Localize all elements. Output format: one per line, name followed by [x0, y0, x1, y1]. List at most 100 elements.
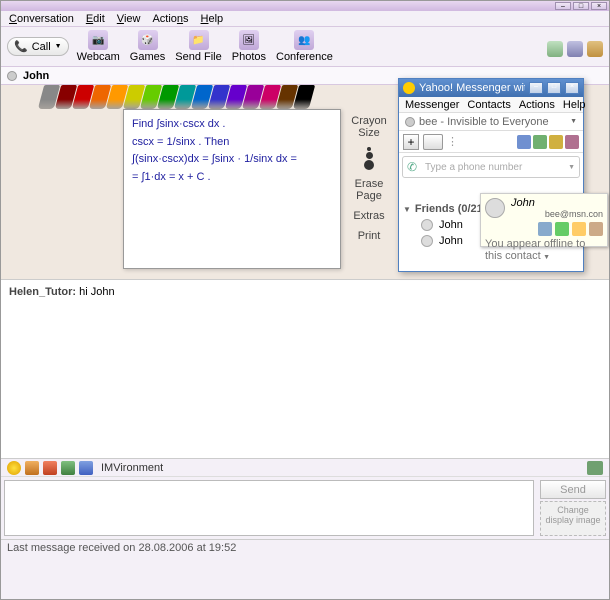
ym-close-button[interactable]: × [565, 82, 579, 94]
tooltip-status: You appear offline to this contact ▼ [485, 238, 603, 262]
chevron-down-icon: ▼ [543, 254, 550, 261]
crayon-size-button[interactable]: Crayon Size [345, 115, 393, 139]
handwriting-line: cscx = 1/sinx . Then [132, 134, 332, 152]
main-titlebar: – □ × [1, 1, 609, 11]
games-icon: 🎲 [138, 30, 158, 50]
buzz-icon[interactable] [25, 461, 39, 475]
phone-call-icon: ✆ [407, 160, 421, 174]
ym-status-text: bee - Invisible to Everyone [419, 116, 549, 128]
contact-name-label: John [439, 235, 463, 247]
contact-avatar-icon [421, 219, 433, 231]
ym-title: Yahoo! Messenger with Voice (BETA) [419, 82, 525, 94]
ym-status-icon [405, 117, 415, 127]
status-indicator-icon [7, 71, 17, 81]
plugin-icon-3[interactable] [587, 41, 603, 57]
tooltip-action-icon-1[interactable] [555, 222, 569, 236]
collapse-arrow-icon: ▼ [403, 205, 411, 214]
chat-history: Helen_Tutor: hi John [1, 279, 609, 459]
phone-input[interactable]: ✆ Type a phone number ▼ [402, 156, 580, 178]
add-contact-button[interactable]: + [403, 134, 419, 150]
contact-name-label: John [439, 219, 463, 231]
contact-tooltip: John bee@msn.con You appear offline to t… [480, 193, 608, 247]
handwriting-line: = ∫1·dx = x + C . [132, 169, 332, 187]
ym-maximize-button[interactable]: □ [547, 82, 561, 94]
webcam-button[interactable]: 📷Webcam [77, 30, 120, 63]
print-button[interactable]: Print [345, 230, 393, 242]
input-area: Send Change display image [1, 477, 609, 539]
handwriting-line: ∫(sinx·cscx)dx = ∫sinx · 1/sinx dx = [132, 151, 332, 169]
size-dots-icon [345, 147, 393, 170]
photos-icon: 🖼 [239, 30, 259, 50]
chat-message: Helen_Tutor: hi John [9, 286, 601, 298]
ym-menu-messenger[interactable]: Messenger [405, 99, 459, 111]
tooltip-action-icon-0[interactable] [538, 222, 552, 236]
ym-app-icon [403, 82, 415, 94]
phone-dropdown-icon[interactable]: ▼ [568, 164, 575, 171]
call-label: Call [32, 41, 51, 53]
main-menubar: Conversation Edit View Actions Help [1, 11, 609, 27]
emoticon-icon[interactable] [7, 461, 21, 475]
close-button[interactable]: × [591, 2, 607, 10]
tooltip-avatar-icon [485, 198, 505, 218]
photos-button[interactable]: 🖼Photos [232, 30, 266, 63]
format-bar: IMVironment [1, 459, 609, 477]
send-file-button[interactable]: 📁Send File [175, 30, 221, 63]
minimize-button[interactable]: – [555, 2, 571, 10]
font-icon[interactable] [61, 461, 75, 475]
status-bar: Last message received on 28.08.2006 at 1… [1, 539, 609, 557]
message-sender: Helen_Tutor: [9, 286, 76, 298]
ym-toolbar: + ⋮ [399, 131, 583, 153]
tooltip-name: John [511, 197, 603, 209]
menu-conversation[interactable]: Conversation [9, 13, 74, 25]
ym-menu-actions[interactable]: Actions [519, 99, 555, 111]
ym-menubar: Messenger Contacts Actions Help [399, 97, 583, 113]
menu-edit[interactable]: Edit [86, 13, 105, 25]
menu-view[interactable]: View [117, 13, 141, 25]
group-label: Friends (0/21 [415, 203, 483, 215]
extras-button[interactable]: Extras [345, 210, 393, 222]
contact-avatar-icon [421, 235, 433, 247]
audibles-icon[interactable] [43, 461, 57, 475]
webcam-icon: 📷 [88, 30, 108, 50]
phone-icon: 📞 [14, 40, 28, 53]
ym-menu-help[interactable]: Help [563, 99, 586, 111]
plugin-icon-1[interactable] [547, 41, 563, 57]
whiteboard-tools: Crayon Size Erase Page Extras Print [345, 115, 393, 251]
whiteboard-canvas[interactable]: Find ∫sinx·cscx dx .cscx = 1/sinx . Then… [123, 109, 341, 269]
message-input[interactable] [4, 480, 534, 536]
contact-name: John [23, 70, 49, 82]
tooltip-email: bee@msn.con [511, 209, 603, 219]
tooltip-action-icon-3[interactable] [589, 222, 603, 236]
change-display-image-button[interactable]: Change display image [540, 501, 606, 536]
ym-titlebar[interactable]: Yahoo! Messenger with Voice (BETA) – □ × [399, 79, 583, 97]
handwriting-line: Find ∫sinx·cscx dx . [132, 116, 332, 134]
sms-button[interactable] [423, 134, 443, 150]
tooltip-action-icon-2[interactable] [572, 222, 586, 236]
crayon-row [1, 85, 341, 109]
send-button[interactable]: Send [540, 480, 606, 499]
addressbook-icon[interactable] [587, 461, 603, 475]
calendar-icon[interactable] [533, 135, 547, 149]
menu-actions[interactable]: Actions [152, 13, 188, 25]
ym-toolbar-sep[interactable]: ⋮ [447, 135, 457, 149]
phone-placeholder: Type a phone number [425, 162, 564, 173]
plugin-icon-2[interactable] [567, 41, 583, 57]
radio-icon[interactable] [565, 135, 579, 149]
message-text: hi John [76, 286, 115, 298]
menu-help[interactable]: Help [201, 13, 224, 25]
conference-button[interactable]: 👥Conference [276, 30, 333, 63]
call-button[interactable]: 📞 Call ▼ [7, 37, 69, 56]
imvironment-label[interactable]: IMVironment [101, 462, 163, 474]
weather-icon[interactable] [549, 135, 563, 149]
dropdown-arrow-icon: ▼ [55, 43, 62, 50]
imvironment-icon[interactable] [79, 461, 93, 475]
ym-status-bar[interactable]: bee - Invisible to Everyone ▼ [399, 113, 583, 131]
mail-icon[interactable] [517, 135, 531, 149]
main-toolbar: 📞 Call ▼ 📷Webcam 🎲Games 📁Send File 🖼Photos 👥… [1, 27, 609, 67]
maximize-button[interactable]: □ [573, 2, 589, 10]
ym-menu-contacts[interactable]: Contacts [467, 99, 510, 111]
games-button[interactable]: 🎲Games [130, 30, 165, 63]
ym-minimize-button[interactable]: – [529, 82, 543, 94]
erase-page-button[interactable]: Erase Page [345, 178, 393, 202]
conference-icon: 👥 [294, 30, 314, 50]
